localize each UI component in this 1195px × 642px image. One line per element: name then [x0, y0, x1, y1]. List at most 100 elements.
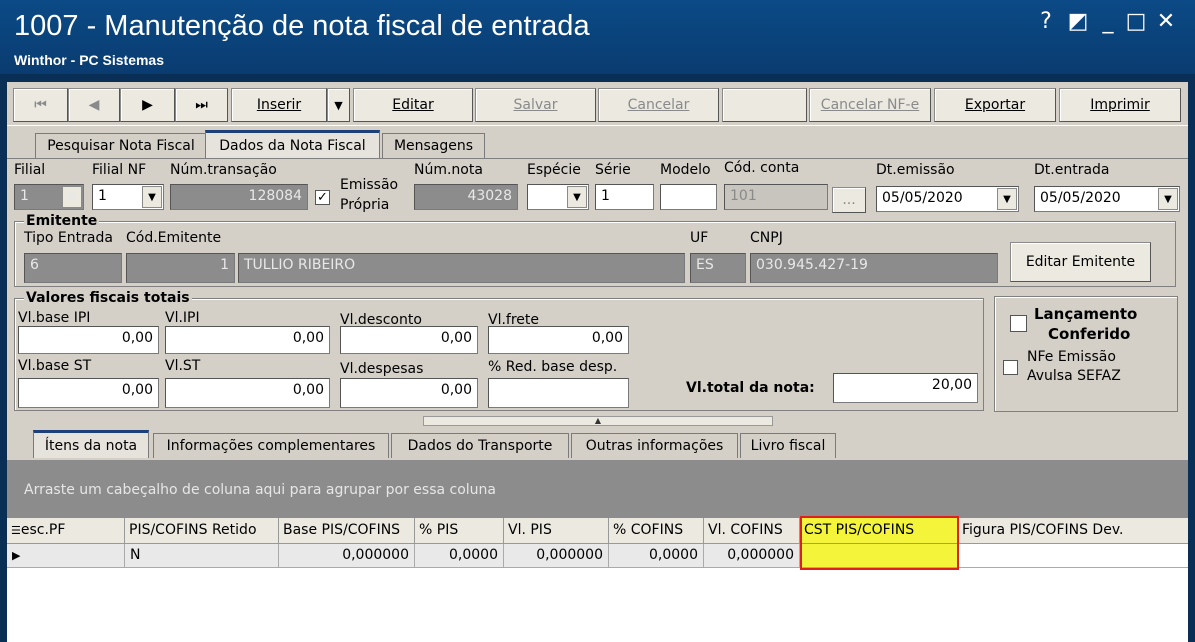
vl-despesas-label: Vl.despesas — [340, 361, 424, 377]
filial-nf-value: 1 — [98, 188, 107, 204]
restore-icon[interactable]: ◩ — [1064, 8, 1092, 36]
especie-select[interactable]: ▼ — [527, 184, 589, 210]
window-subtitle: Winthor - PC Sistemas — [14, 52, 165, 68]
subtab-livro-fiscal[interactable]: Livro fiscal — [740, 433, 836, 458]
cod-conta-lookup-button[interactable]: ... — [832, 187, 866, 213]
subtab-transporte[interactable]: Dados do Transporte — [391, 433, 569, 458]
vl-desconto-field[interactable]: 0,00 — [340, 326, 478, 354]
lancamento-label-2: Conferido — [1048, 325, 1131, 343]
emissao-propria-label-2: Própria — [340, 197, 390, 213]
vl-ipi-field[interactable]: 0,00 — [165, 326, 330, 354]
next-record-button[interactable]: ▶ — [120, 88, 175, 122]
red-base-field[interactable] — [488, 378, 629, 408]
num-nota-label: Núm.nota — [414, 162, 483, 178]
cell-base-pis-cofins[interactable]: 0,000000 — [279, 544, 415, 568]
chevron-down-icon[interactable]: ▼ — [997, 188, 1017, 210]
column-header-pct-pis[interactable]: % PIS — [415, 518, 504, 544]
chevron-down-icon[interactable]: ▼ — [1158, 188, 1178, 210]
editar-emitente-button[interactable]: Editar Emitente — [1010, 242, 1151, 282]
dt-entrada-value: 05/05/2020 — [1040, 190, 1121, 206]
help-icon[interactable]: ? — [1032, 8, 1060, 36]
last-record-button[interactable]: ⏭ — [175, 88, 228, 122]
inserir-button[interactable]: Inserir — [231, 88, 327, 122]
cod-conta-field[interactable]: 101 — [724, 184, 828, 210]
filial-nf-select[interactable]: 1 ▼ — [92, 184, 164, 210]
maximize-icon[interactable]: □ — [1122, 8, 1150, 36]
cancelar-button[interactable]: Cancelar — [598, 88, 719, 122]
column-header-pis-cofins-retido[interactable]: PIS/COFINS Retido — [125, 518, 279, 544]
valores-title: Valores fiscais totais — [24, 290, 192, 306]
emissao-propria-checkbox[interactable]: ✓ — [315, 190, 330, 205]
lancamento-conferido-checkbox[interactable] — [1010, 315, 1027, 332]
vl-total-label: Vl.total da nota: — [686, 380, 815, 396]
editar-button[interactable]: Editar — [353, 88, 473, 122]
splitter-handle[interactable]: ▲ — [423, 416, 773, 426]
cancelar-nfe-button[interactable]: Cancelar NF-e — [809, 88, 931, 122]
column-header-base-pis-cofins[interactable]: Base PIS/COFINS — [279, 518, 415, 544]
cod-emitente-field: 1 — [126, 253, 235, 283]
cell-figura-pis-cofins-dev[interactable] — [958, 544, 1188, 568]
cnpj-field: 030.945.427-19 — [750, 253, 998, 283]
tab-dados-nota[interactable]: Dados da Nota Fiscal — [205, 130, 380, 158]
num-transacao-field: 128084 — [170, 184, 308, 210]
emitente-nome-field: TULLIO RIBEIRO — [238, 253, 685, 283]
column-header-figura-pis-cofins-dev[interactable]: Figura PIS/COFINS Dev. — [958, 518, 1188, 544]
emissao-propria-label-1: Emissão — [340, 177, 399, 193]
filial-select[interactable]: 1 ▼ — [14, 184, 84, 210]
cell-vl-pis[interactable]: 0,000000 — [504, 544, 609, 568]
subtab-info-complementares[interactable]: Informações complementares — [153, 433, 389, 458]
column-header-vl-cofins[interactable]: Vl. COFINS — [704, 518, 800, 544]
row-indicator[interactable]: ▶ — [7, 544, 125, 568]
cell-vl-cofins[interactable]: 0,000000 — [704, 544, 800, 568]
close-icon[interactable]: ✕ — [1152, 8, 1180, 36]
especie-label: Espécie — [527, 162, 581, 178]
vl-base-st-field[interactable]: 0,00 — [18, 378, 159, 408]
column-header-vl-pis[interactable]: Vl. PIS — [504, 518, 609, 544]
red-base-label: % Red. base desp. — [488, 359, 618, 375]
column-chooser-icon[interactable]: ☰ — [11, 524, 21, 537]
vl-frete-field[interactable]: 0,00 — [488, 326, 629, 354]
serie-field[interactable]: 1 — [595, 184, 654, 210]
vl-despesas-field[interactable]: 0,00 — [340, 378, 478, 408]
tipo-entrada-field: 6 — [24, 253, 122, 283]
chevron-down-icon[interactable]: ▼ — [567, 186, 587, 208]
column-header-pct-cofins[interactable]: % COFINS — [609, 518, 704, 544]
dt-emissao-value: 05/05/2020 — [882, 190, 963, 206]
filial-value: 1 — [20, 188, 29, 204]
first-record-button[interactable]: ⏮ — [13, 88, 68, 122]
inserir-dropdown-icon[interactable]: ▼ — [327, 88, 350, 122]
prev-record-button[interactable]: ◀ — [68, 88, 120, 122]
uf-field: ES — [690, 253, 746, 283]
window-title: 1007 - Manutenção de nota fiscal de entr… — [14, 10, 590, 42]
uf-label: UF — [690, 230, 709, 246]
dt-emissao-field[interactable]: 05/05/2020 ▼ — [876, 186, 1019, 212]
tab-divider — [7, 158, 1188, 159]
tab-mensagens[interactable]: Mensagens — [382, 133, 485, 158]
tab-pesquisar[interactable]: Pesquisar Nota Fiscal — [35, 133, 207, 158]
imprimir-button[interactable]: Imprimir — [1059, 88, 1181, 122]
salvar-button[interactable]: Salvar — [475, 88, 596, 122]
column-header-esc-pf[interactable]: ☰esc.PF — [7, 518, 125, 544]
modelo-field[interactable] — [660, 184, 717, 210]
vl-base-ipi-label: Vl.base IPI — [18, 310, 91, 326]
cnpj-label: CNPJ — [750, 230, 783, 246]
vl-total-field[interactable]: 20,00 — [833, 373, 978, 403]
subtab-outras-info[interactable]: Outras informações — [571, 433, 738, 458]
filial-nf-label: Filial NF — [92, 162, 147, 178]
vl-st-field[interactable]: 0,00 — [165, 378, 330, 408]
num-transacao-label: Núm.transação — [170, 162, 277, 178]
dt-entrada-field[interactable]: 05/05/2020 ▼ — [1034, 186, 1180, 212]
nfe-avulsa-checkbox[interactable] — [1003, 360, 1018, 375]
vl-base-st-label: Vl.base ST — [18, 358, 92, 374]
cell-pct-cofins[interactable]: 0,0000 — [609, 544, 704, 568]
subtab-itens[interactable]: Ítens da nota — [33, 430, 149, 458]
exportar-button[interactable]: Exportar — [934, 88, 1056, 122]
vl-base-ipi-field[interactable]: 0,00 — [18, 326, 159, 354]
current-row-icon: ▶ — [12, 549, 21, 562]
cell-pis-cofins-retido[interactable]: N — [125, 544, 279, 568]
minimize-icon[interactable]: _ — [1094, 8, 1122, 36]
cell-pct-pis[interactable]: 0,0000 — [415, 544, 504, 568]
chevron-down-icon[interactable]: ▼ — [142, 186, 162, 208]
chevron-down-icon[interactable]: ▼ — [62, 186, 82, 208]
emitente-title: Emitente — [24, 213, 100, 229]
